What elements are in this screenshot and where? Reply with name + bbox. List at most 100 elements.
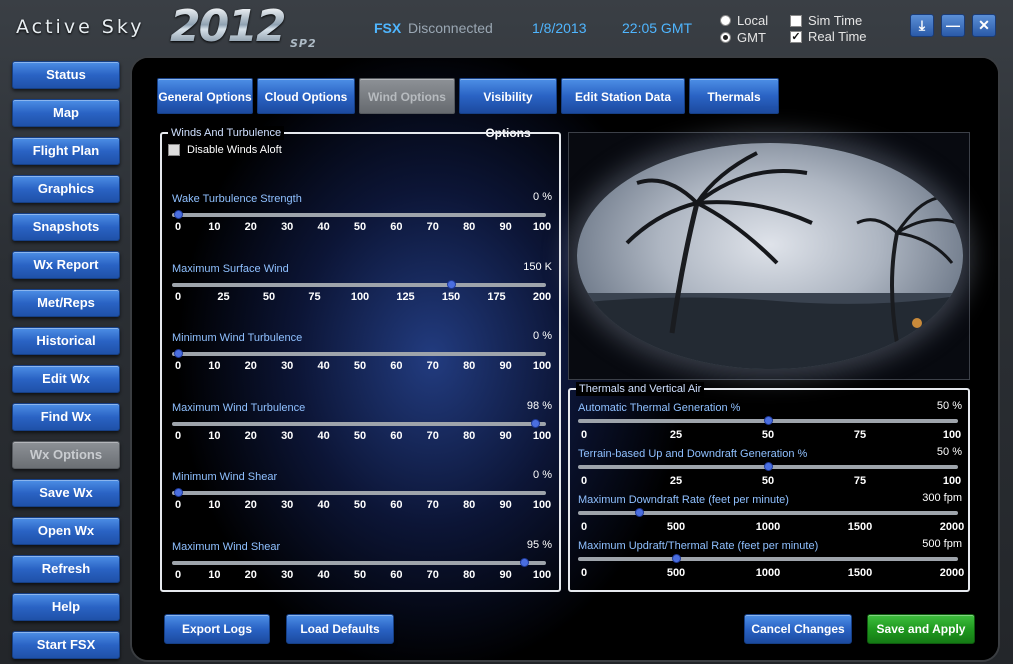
wind-slider-4-value: 0 % bbox=[533, 469, 552, 481]
save-apply-button[interactable]: Save and Apply bbox=[867, 614, 975, 644]
wind-slider-5-tick-label: 80 bbox=[463, 568, 476, 581]
storm-scene-graphic bbox=[577, 151, 963, 369]
local-time-radio[interactable]: Local bbox=[720, 13, 768, 28]
thermal-slider-0-tick-label: 0 bbox=[580, 429, 588, 441]
sidebar-item-map[interactable]: Map bbox=[12, 99, 120, 127]
tab-cloud-options[interactable]: Cloud Options bbox=[257, 78, 355, 114]
wind-slider-5-slider-track[interactable] bbox=[172, 557, 546, 567]
tab-visibility-options[interactable]: Visibility Options bbox=[459, 78, 557, 140]
sidebar-item-wx-options[interactable]: Wx Options bbox=[12, 441, 120, 469]
wind-slider-2-tick-label: 80 bbox=[463, 360, 476, 372]
load-defaults-button[interactable]: Load Defaults bbox=[286, 614, 394, 644]
export-logs-button[interactable]: Export Logs bbox=[164, 614, 270, 644]
wind-slider-2-tick-label: 20 bbox=[244, 360, 257, 372]
wind-slider-2-slider-track[interactable] bbox=[172, 349, 546, 358]
wind-slider-3-tick-label: 70 bbox=[426, 429, 439, 442]
wind-slider-0-slider-track[interactable] bbox=[172, 210, 546, 219]
wind-slider-3-slider-thumb[interactable] bbox=[530, 418, 540, 428]
sidebar-item-met-reps[interactable]: Met/Reps bbox=[12, 289, 120, 317]
sidebar-item-flight-plan[interactable]: Flight Plan bbox=[12, 137, 120, 165]
thermal-slider-2-tick-label: 500 bbox=[666, 521, 686, 533]
thermal-slider-0-slider-track[interactable] bbox=[578, 416, 958, 425]
wind-slider-0-tick-label: 20 bbox=[244, 221, 257, 233]
wind-slider-2-tick-label: 10 bbox=[208, 360, 221, 372]
wind-slider-1-slider-thumb[interactable] bbox=[447, 279, 456, 289]
wind-slider-3-tick-label: 60 bbox=[390, 429, 403, 442]
wind-slider-2-tick-label: 30 bbox=[281, 360, 294, 372]
wind-slider-3-tick-label: 50 bbox=[353, 429, 367, 442]
wind-slider-2-label: Minimum Wind Turbulence bbox=[172, 332, 303, 344]
wind-slider-4-slider-thumb[interactable] bbox=[174, 488, 183, 497]
thermal-slider-0-slider-thumb[interactable] bbox=[764, 416, 773, 425]
sidebar-item-snapshots[interactable]: Snapshots bbox=[12, 213, 120, 241]
thermal-slider-3-slider-track[interactable] bbox=[578, 554, 958, 563]
radio-circle-gmt[interactable] bbox=[720, 32, 731, 43]
wind-slider-4-tick-label: 50 bbox=[353, 499, 367, 511]
wind-slider-5-value: 95 % bbox=[526, 538, 552, 551]
wind-slider-0-tick-label: 90 bbox=[499, 221, 512, 233]
minimize-button[interactable]: — bbox=[941, 14, 965, 37]
tab-general-options[interactable]: General Options bbox=[157, 78, 253, 114]
sidebar-item-start-fsx[interactable]: Start FSX bbox=[12, 631, 120, 659]
gmt-time-radio[interactable]: GMT bbox=[720, 30, 766, 45]
sidebar-item-graphics[interactable]: Graphics bbox=[12, 175, 120, 203]
wind-slider-4-tick-label: 70 bbox=[426, 499, 439, 511]
thermal-slider-3-tick-label: 0 bbox=[580, 567, 588, 579]
wind-slider-0-tick-label: 0 bbox=[174, 221, 182, 233]
thermal-slider-3-label: Maximum Updraft/Thermal Rate (feet per m… bbox=[578, 540, 819, 552]
real-time-check-box[interactable]: ✓ bbox=[790, 30, 802, 43]
thermal-slider-2-slider-track[interactable] bbox=[578, 508, 958, 517]
thermal-slider-0-tick-label: 75 bbox=[853, 429, 867, 441]
tab-wind-options[interactable]: Wind Options bbox=[359, 78, 455, 114]
disable-winds-check-box[interactable] bbox=[168, 144, 180, 156]
sidebar-item-historical[interactable]: Historical bbox=[12, 327, 120, 355]
thermal-slider-3-slider-thumb[interactable] bbox=[672, 554, 681, 563]
wind-slider-3-tick-label: 30 bbox=[281, 429, 294, 442]
real-time-checkbox[interactable]: ✓ Real Time bbox=[790, 29, 867, 44]
sidebar-item-open-wx[interactable]: Open Wx bbox=[12, 517, 120, 545]
download-icon: ⤓ bbox=[918, 17, 926, 33]
wind-slider-2-slider-thumb[interactable] bbox=[174, 349, 183, 358]
wind-slider-3-slider-track[interactable] bbox=[172, 418, 546, 428]
sidebar-item-wx-report[interactable]: Wx Report bbox=[12, 251, 120, 279]
download-button[interactable]: ⤓ bbox=[910, 14, 934, 37]
wind-slider-1-slider-track[interactable] bbox=[172, 279, 546, 289]
winds-group-title: Winds And Turbulence bbox=[168, 126, 285, 140]
wind-slider-3-tick-label: 10 bbox=[208, 429, 221, 442]
wind-slider-2-tick-label: 60 bbox=[390, 360, 403, 372]
cancel-changes-button[interactable]: Cancel Changes bbox=[744, 614, 852, 644]
sim-time-checkbox[interactable]: Sim Time bbox=[790, 13, 862, 28]
thermal-slider-1-slider-thumb[interactable] bbox=[764, 462, 773, 471]
thermal-slider-3-tick-label: 500 bbox=[666, 567, 686, 579]
wind-slider-5-slider-thumb[interactable] bbox=[519, 557, 529, 567]
thermal-slider-2-tick-label: 1000 bbox=[755, 521, 781, 533]
tab-thermals[interactable]: Thermals bbox=[689, 78, 779, 114]
tab-edit-station-data[interactable]: Edit Station Data bbox=[561, 78, 685, 114]
sidebar-item-status[interactable]: Status bbox=[12, 61, 120, 89]
thermal-slider-3-tick-label: 2000 bbox=[939, 567, 965, 579]
wind-slider-0-slider-thumb[interactable] bbox=[174, 210, 183, 219]
thermal-slider-0-tick-label: 100 bbox=[942, 429, 962, 441]
close-button[interactable]: ✕ bbox=[972, 14, 996, 37]
wind-slider-1-tick-label: 75 bbox=[308, 290, 321, 303]
radio-circle-local[interactable] bbox=[720, 15, 731, 26]
connection-status: Disconnected bbox=[408, 20, 493, 36]
thermal-slider-1-tick-label: 50 bbox=[761, 475, 775, 487]
disable-winds-aloft-checkbox[interactable]: Disable Winds Aloft bbox=[168, 144, 282, 156]
sidebar-item-refresh[interactable]: Refresh bbox=[12, 555, 120, 583]
wind-slider-1-tick-label: 100 bbox=[350, 290, 370, 303]
wind-slider-1-tick-label: 150 bbox=[441, 290, 461, 303]
wind-slider-0-tick-label: 50 bbox=[353, 221, 367, 233]
sidebar-item-find-wx[interactable]: Find Wx bbox=[12, 403, 120, 431]
wind-slider-4-slider-track[interactable] bbox=[172, 488, 546, 497]
sidebar-item-edit-wx[interactable]: Edit Wx bbox=[12, 365, 120, 393]
wind-slider-3-label: Maximum Wind Turbulence bbox=[172, 401, 306, 414]
sidebar-item-help[interactable]: Help bbox=[12, 593, 120, 621]
sim-time-check-box[interactable] bbox=[790, 14, 802, 27]
thermal-slider-1-slider-track[interactable] bbox=[578, 462, 958, 471]
storm-palm-trees-image bbox=[577, 143, 963, 369]
sidebar-item-save-wx[interactable]: Save Wx bbox=[12, 479, 120, 507]
wind-slider-5-tick-label: 90 bbox=[499, 568, 512, 581]
thermal-slider-2-value: 300 fpm bbox=[922, 492, 962, 504]
wind-slider-0-value: 0 % bbox=[533, 191, 552, 203]
